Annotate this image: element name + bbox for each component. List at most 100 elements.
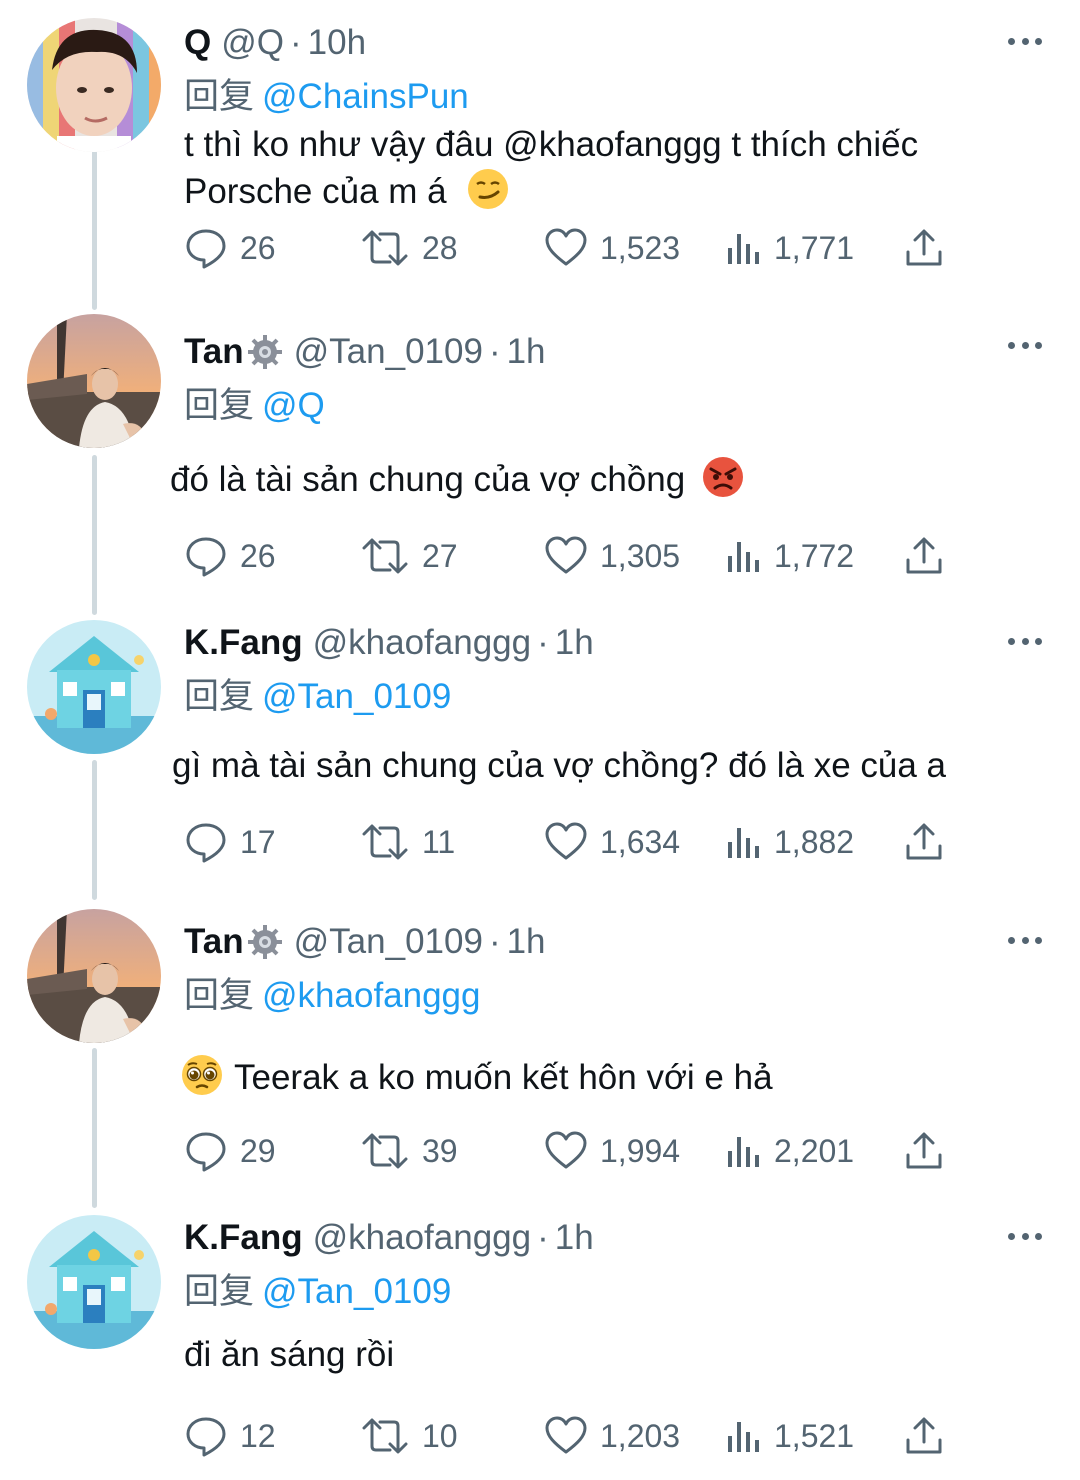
retweet-button[interactable]: 27 xyxy=(360,534,458,578)
avatar[interactable] xyxy=(27,314,161,448)
user-handle[interactable]: @Tan_0109 xyxy=(294,332,483,372)
tweet-text-line: đó là tài sản chung của vợ chồng xyxy=(170,460,686,499)
share-button[interactable] xyxy=(904,226,944,270)
reply-count: 12 xyxy=(240,1417,276,1454)
views-count: 2,201 xyxy=(774,1132,855,1169)
share-button[interactable] xyxy=(904,534,944,578)
tweet-actions: 12 10 1,203 1,521 xyxy=(184,1414,964,1458)
tweet-actions: 26 28 1,523 1,771 xyxy=(184,226,964,270)
user-handle[interactable]: @Tan_0109 xyxy=(294,922,483,962)
tweet-header: Q @Q · 10h xyxy=(184,18,366,68)
tweet-header: Tan @Tan_0109 · 1h xyxy=(184,327,546,377)
thread-line xyxy=(92,150,97,310)
reply-button[interactable]: 29 xyxy=(184,1129,276,1173)
share-button[interactable] xyxy=(904,1129,944,1173)
tweet-text: t thì ko như vậy đâu @khaofanggg t thích… xyxy=(184,123,918,214)
reply-prefix: 回复 xyxy=(184,386,255,425)
user-handle[interactable]: @khaofanggg xyxy=(313,623,531,663)
views-button[interactable]: 2,201 xyxy=(726,1129,854,1173)
avatar[interactable] xyxy=(27,909,161,1043)
views-button[interactable]: 1,882 xyxy=(726,820,854,864)
reply-mention-link[interactable]: @Q xyxy=(262,386,325,425)
user-handle[interactable]: @Q xyxy=(221,23,284,63)
share-icon xyxy=(906,229,942,266)
reply-icon xyxy=(186,1417,226,1457)
share-button[interactable] xyxy=(904,820,944,864)
analytics-icon xyxy=(728,1137,759,1167)
reply-mention-link[interactable]: @khaofanggg xyxy=(262,976,480,1015)
reply-mention-link[interactable]: @Tan_0109 xyxy=(262,677,451,716)
display-name[interactable]: Tan xyxy=(184,922,244,962)
timestamp[interactable]: 10h xyxy=(308,23,366,63)
more-options-icon[interactable] xyxy=(1008,923,1042,957)
analytics-icon xyxy=(728,542,759,572)
views-button[interactable]: 1,521 xyxy=(726,1414,854,1458)
retweet-button[interactable]: 39 xyxy=(360,1129,458,1173)
more-options-icon[interactable] xyxy=(1008,24,1042,58)
reply-icon xyxy=(186,229,226,269)
like-count: 1,523 xyxy=(600,229,681,266)
gear-badge-icon xyxy=(247,925,282,959)
like-button[interactable]: 1,523 xyxy=(544,226,680,270)
reply-button[interactable]: 12 xyxy=(184,1414,276,1458)
like-count: 1,305 xyxy=(600,537,681,574)
reply-count: 17 xyxy=(240,823,276,860)
display-name[interactable]: K.Fang xyxy=(184,1218,303,1258)
analytics-icon xyxy=(728,828,759,858)
retweet-count: 10 xyxy=(422,1417,458,1454)
like-button[interactable]: 1,994 xyxy=(544,1129,680,1173)
reply-button[interactable]: 26 xyxy=(184,226,276,270)
retweet-count: 27 xyxy=(422,537,458,574)
reply-mention-link[interactable]: @Tan_0109 xyxy=(262,1272,451,1311)
like-button[interactable]: 1,203 xyxy=(544,1414,680,1458)
share-icon xyxy=(906,823,942,860)
reply-button[interactable]: 17 xyxy=(184,820,276,864)
tweet-text: gì mà tài sản chung của vợ chồng? đó là … xyxy=(172,744,946,788)
smirk-emoji-icon xyxy=(468,169,509,209)
timestamp[interactable]: 1h xyxy=(507,922,546,962)
retweet-icon xyxy=(362,1133,408,1169)
avatar[interactable] xyxy=(27,620,161,754)
views-count: 1,521 xyxy=(774,1417,855,1454)
like-count: 1,634 xyxy=(600,823,681,860)
pleading-emoji-icon xyxy=(182,1055,222,1095)
retweet-button[interactable]: 10 xyxy=(360,1414,458,1458)
heart-icon xyxy=(545,822,587,860)
share-icon xyxy=(906,1132,942,1169)
tweet-text: đi ăn sáng rồi xyxy=(184,1333,394,1377)
display-name[interactable]: Q xyxy=(184,23,211,63)
reply-context: 回复 @ChainsPun xyxy=(184,68,469,119)
timestamp[interactable]: 1h xyxy=(555,1218,594,1258)
reply-count: 29 xyxy=(240,1132,276,1169)
like-button[interactable]: 1,634 xyxy=(544,820,680,864)
heart-icon xyxy=(545,228,587,266)
tweet-text-line: gì mà tài sản chung của vợ chồng? đó là … xyxy=(172,746,946,785)
more-options-icon[interactable] xyxy=(1008,328,1042,362)
tweet-text: đó là tài sản chung của vợ chồng xyxy=(170,455,745,502)
reply-prefix: 回复 xyxy=(184,677,255,716)
views-button[interactable]: 1,771 xyxy=(726,226,854,270)
reply-icon xyxy=(186,823,226,863)
timestamp[interactable]: 1h xyxy=(507,332,546,372)
tweet-text-line: Teerak a ko muốn kết hôn với e hả xyxy=(234,1058,773,1097)
retweet-button[interactable]: 11 xyxy=(360,820,455,864)
timestamp[interactable]: 1h xyxy=(555,623,594,663)
reply-mention-link[interactable]: @ChainsPun xyxy=(262,77,469,116)
user-handle[interactable]: @khaofanggg xyxy=(313,1218,531,1258)
retweet-count: 39 xyxy=(422,1132,458,1169)
reply-prefix: 回复 xyxy=(184,1272,255,1311)
display-name[interactable]: K.Fang xyxy=(184,623,303,663)
share-button[interactable] xyxy=(904,1414,944,1458)
heart-icon xyxy=(545,536,587,574)
like-button[interactable]: 1,305 xyxy=(544,534,680,578)
separator-dot: · xyxy=(488,922,501,961)
avatar[interactable] xyxy=(27,18,161,152)
views-button[interactable]: 1,772 xyxy=(726,534,854,578)
retweet-button[interactable]: 28 xyxy=(360,226,458,270)
reply-button[interactable]: 26 xyxy=(184,534,276,578)
display-name[interactable]: Tan xyxy=(184,332,244,372)
more-options-icon[interactable] xyxy=(1008,1219,1042,1253)
more-options-icon[interactable] xyxy=(1008,624,1042,658)
avatar[interactable] xyxy=(27,1215,161,1349)
thread-line xyxy=(92,455,97,615)
